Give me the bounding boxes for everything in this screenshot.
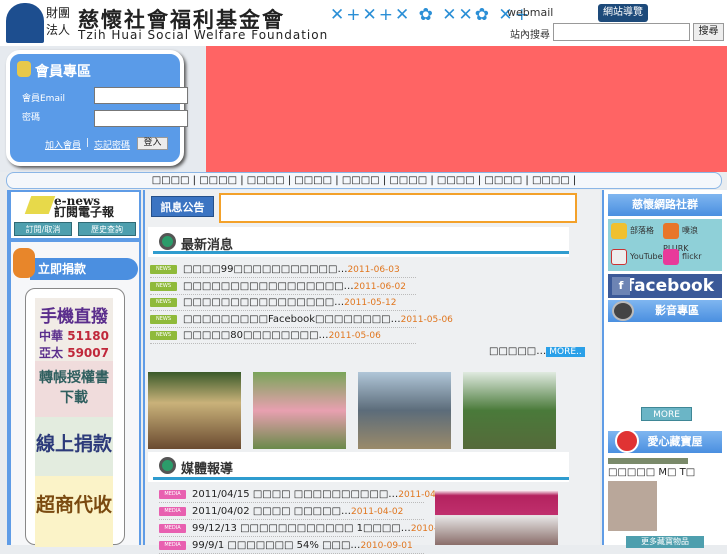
treasure-item-name[interactable]: □□□□□ M□ T□ (608, 467, 695, 478)
nav-item[interactable]: □□□□ (152, 175, 190, 186)
media-title: 媒體報導 (181, 462, 234, 477)
divider (153, 477, 569, 480)
search-input[interactable] (553, 23, 690, 41)
search-button[interactable]: 搜尋 (693, 23, 724, 41)
join-link[interactable]: 加入會員 (45, 138, 81, 151)
nav-item[interactable]: □□□□ (532, 175, 570, 186)
photo-thumbnail[interactable] (358, 372, 451, 449)
password-label: 密碼 (22, 113, 41, 123)
news-badge: NEWS (150, 330, 177, 340)
email-field[interactable] (94, 87, 188, 104)
blog-link[interactable]: 部落格 (611, 222, 654, 240)
media-photo[interactable] (435, 490, 558, 545)
treasure-more-button[interactable]: 更多藏寶物品 (626, 536, 704, 548)
photo-thumbnail[interactable] (253, 372, 346, 449)
flickr-icon (663, 248, 679, 265)
org-prefix: 財團法人 (46, 6, 71, 37)
news-item[interactable]: NEWS □□□□□□□□□Facebook□□□□□□□□…2011-05-06 (150, 312, 453, 328)
main-nav: □□□□ | □□□□ | □□□□ | □□□□ | □□□□ | □□□□ … (6, 172, 722, 189)
nav-item[interactable]: □□□□ (437, 175, 475, 186)
subscribe-button[interactable]: 訂閱/取消 (14, 222, 72, 236)
media-item[interactable]: MEDIA 99/9/1 □□□□□□□ 54% □□□…2010-09-01 (159, 538, 424, 554)
coins-icon (13, 248, 35, 278)
mobile-donate-link[interactable]: 手機直撥 (35, 302, 113, 327)
media-badge: MEDIA (159, 523, 186, 533)
news-item[interactable]: NEWS □□□□□□□□□□□□□□□□…2011-05-12 (150, 295, 416, 311)
nav-item[interactable]: □□□□ (342, 175, 380, 186)
cht-label: 中華 (39, 329, 64, 343)
section-bullet-icon (159, 233, 176, 250)
divider (153, 251, 569, 254)
nav-item[interactable]: □□□□ (484, 175, 522, 186)
news-badge: NEWS (150, 264, 177, 274)
sitemap-button[interactable]: 網站導覽 (598, 4, 648, 22)
media-badge: MEDIA (159, 540, 186, 550)
news-more-link[interactable]: □□□□□… MORE.. (489, 346, 585, 357)
divider: | (86, 138, 90, 148)
nav-item[interactable]: □□□□ (389, 175, 427, 186)
cht-number: 51180 (67, 329, 109, 343)
email-label: 會員Email (22, 94, 65, 104)
store-donate-link[interactable]: 超商代收 (35, 476, 113, 547)
youtube-link[interactable]: YouTube (611, 248, 663, 266)
search-label: 站內搜尋 (510, 30, 550, 41)
media-item[interactable]: MEDIA 2011/04/02 □□□□ □□□□□…2011-04-02 (159, 504, 424, 520)
history-button[interactable]: 歷史查詢 (78, 222, 136, 236)
social-links: 部落格 噗浪PLURK YouTube flickr (608, 219, 722, 271)
login-title: 會員專區 (35, 64, 91, 80)
online-donate-link[interactable]: 線上捐款 (35, 417, 113, 476)
org-name-en: Tzih Huai Social Welfare Foundation (78, 28, 329, 42)
youtube-icon (611, 248, 627, 265)
treasure-item-image[interactable] (608, 481, 657, 531)
member-icon (17, 61, 31, 77)
heart-icon (615, 429, 639, 453)
notice-marquee[interactable] (219, 193, 577, 223)
media-item[interactable]: MEDIA99/12/13 □□□□□□□□□□□□ 1□□□□…2010-12… (159, 521, 463, 537)
flower-decoration: ✕+✕+✕ ✿ ✕✕✿ ✕+ (330, 5, 531, 25)
facebook-icon: f (612, 277, 630, 295)
notice-label: 訊息公告 (151, 196, 214, 217)
logo-icon[interactable] (6, 3, 44, 43)
social-title: 慈懷網路社群 (608, 194, 722, 216)
password-field[interactable] (94, 110, 188, 127)
media-item[interactable]: MEDIA 2011/04/15 □□□□ □□□□□□□□□□…2011-04-… (159, 487, 451, 503)
news-item[interactable]: NEWS □□□□□□□□□□□□□□□□□…2011-06-02 (150, 279, 416, 295)
flickr-link[interactable]: flickr (663, 248, 702, 266)
film-reel-icon (612, 301, 634, 321)
media-badge: MEDIA (159, 506, 186, 516)
nav-item[interactable]: □□□□ (247, 175, 285, 186)
nav-item[interactable]: □□□□ (294, 175, 332, 186)
nav-item[interactable]: □□□□ (199, 175, 237, 186)
news-badge: NEWS (150, 297, 177, 307)
photo-thumbnail[interactable] (463, 372, 556, 449)
aptg-label: 亞太 (39, 346, 64, 360)
news-item[interactable]: NEWS □□□□99□□□□□□□□□□□…2011-06-03 (150, 262, 416, 278)
media-badge: MEDIA (159, 489, 186, 499)
plurk-icon (663, 222, 679, 239)
section-bullet-icon (159, 457, 176, 474)
news-item[interactable]: NEWS □□□□□80□□□□□□□□…2011-05-06 (150, 328, 416, 344)
forgot-password-link[interactable]: 忘記密碼 (94, 138, 130, 151)
transfer-form-link[interactable]: 轉帳授權書 下載 (35, 361, 113, 417)
video-more-button[interactable]: MORE (641, 407, 692, 421)
enews-title: e-news 訂閱電子報 (54, 194, 115, 219)
login-button[interactable]: 登入 (137, 137, 168, 150)
photo-thumbnail[interactable] (148, 372, 241, 449)
star-icon (611, 222, 627, 239)
news-badge: NEWS (150, 281, 177, 291)
donate-title: 立即捐款 (30, 258, 138, 280)
news-badge: NEWS (150, 314, 177, 324)
webmail-link[interactable]: webmail (507, 6, 553, 19)
treasure-strip (608, 458, 688, 464)
banner (206, 46, 727, 172)
aptg-number: 59007 (67, 346, 109, 360)
donate-options: 手機直撥 中華 51180 亞太 59007 轉帳授權書 下載 線上捐款 超商代收 (35, 298, 113, 547)
